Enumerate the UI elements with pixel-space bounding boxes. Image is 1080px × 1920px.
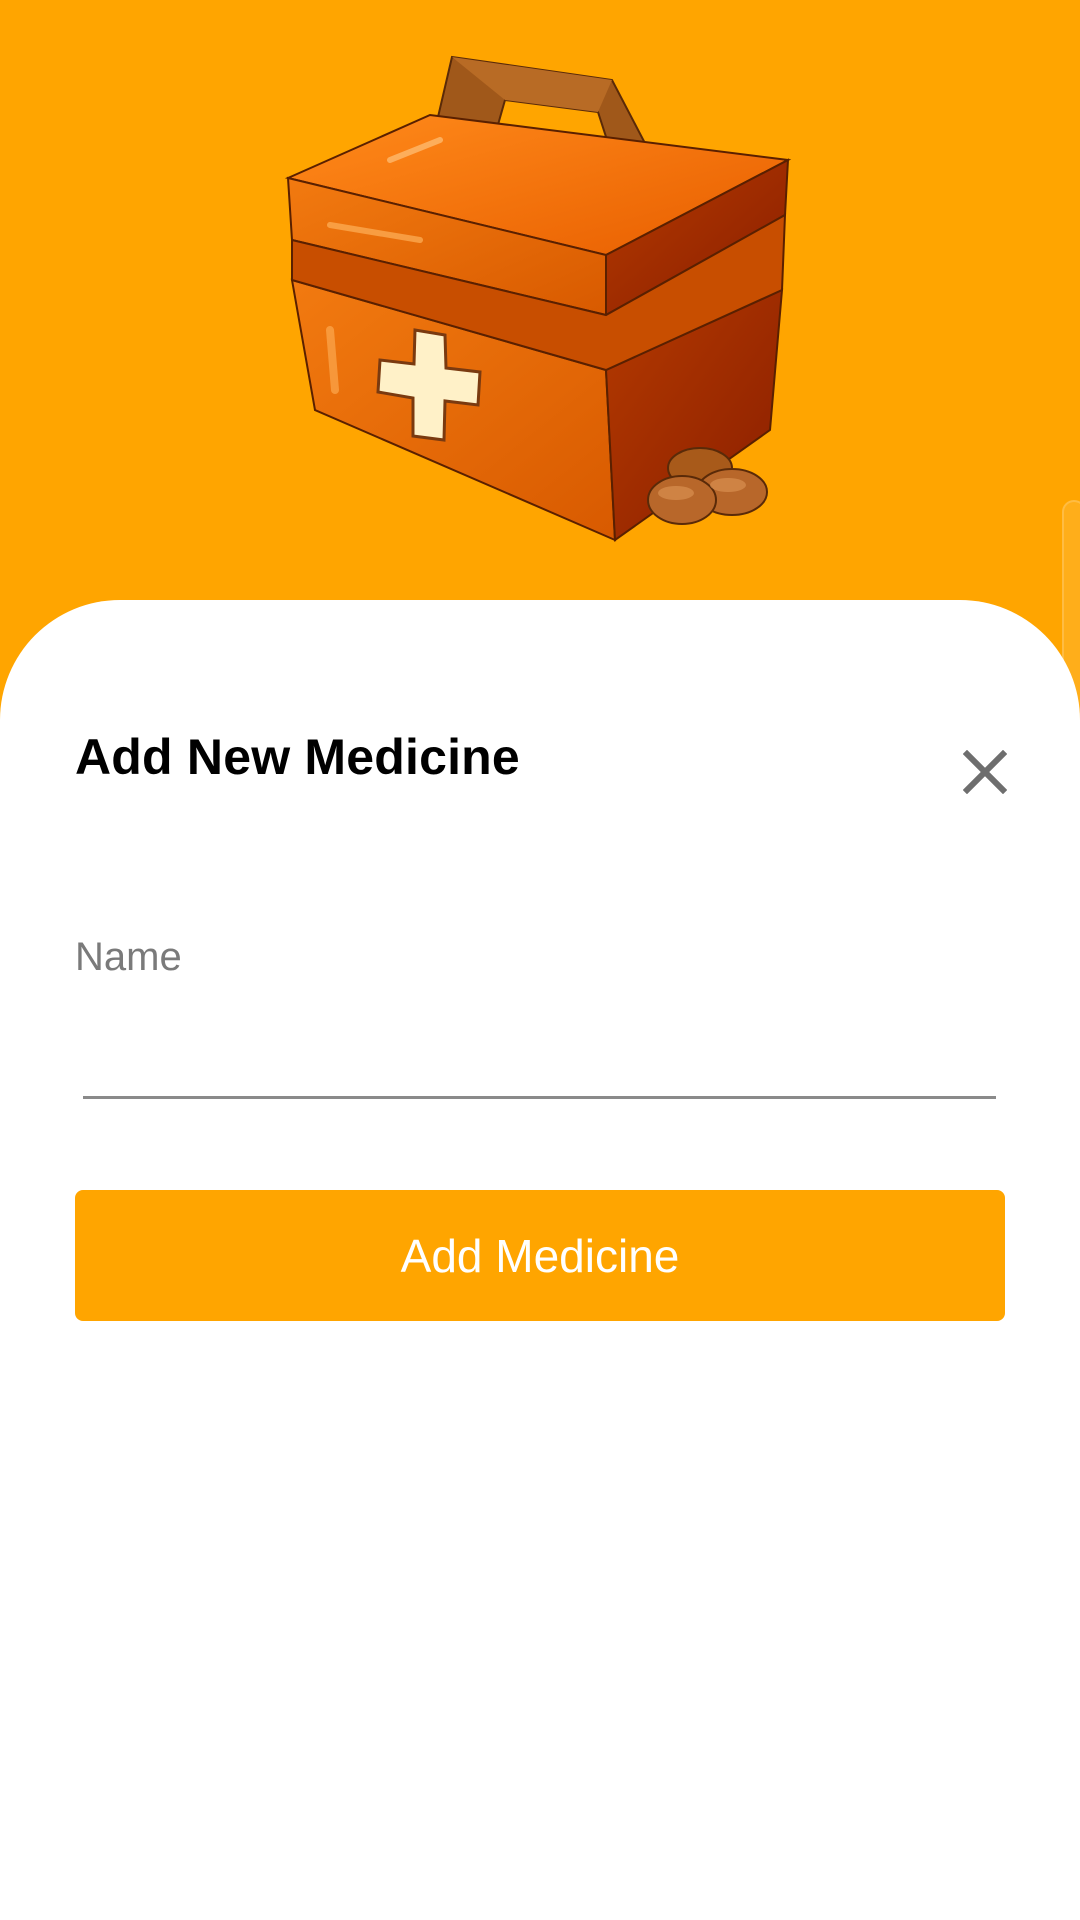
add-medicine-screen: Add New Medicine Name Add Medicine (0, 0, 1080, 1920)
add-medicine-button[interactable]: Add Medicine (75, 1190, 1005, 1321)
hero-banner (0, 0, 1080, 600)
add-medicine-sheet: Add New Medicine Name Add Medicine (0, 600, 1080, 1920)
name-field-underline (83, 1096, 996, 1099)
close-button[interactable] (955, 742, 1015, 802)
name-field-label: Name (75, 935, 182, 979)
name-input[interactable] (83, 995, 999, 1067)
name-field: Name (75, 935, 1000, 1100)
medicine-box-illustration (284, 55, 792, 542)
close-icon (963, 750, 1007, 794)
sheet-title: Add New Medicine (75, 729, 520, 785)
